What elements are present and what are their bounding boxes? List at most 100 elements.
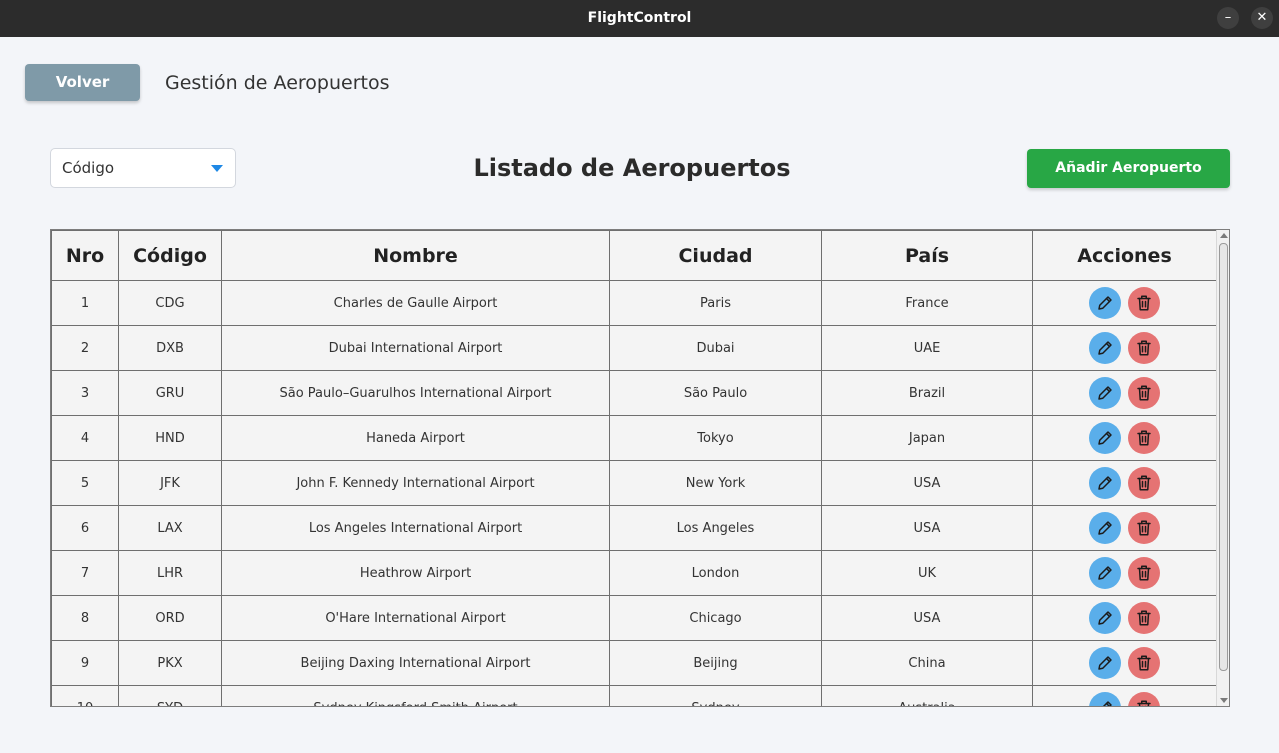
delete-button[interactable] <box>1127 422 1160 454</box>
cell-pais: Japan <box>821 415 1033 461</box>
delete-button[interactable] <box>1127 332 1160 364</box>
cell-codigo: CDG <box>118 280 222 326</box>
cell-codigo: PKX <box>118 640 222 686</box>
chevron-down-icon <box>211 165 223 172</box>
column-header-nro[interactable]: Nro <box>51 230 119 281</box>
cell-acciones <box>1032 280 1217 326</box>
cell-nro: 3 <box>51 370 119 416</box>
table-row[interactable]: 1 CDG Charles de Gaulle Airport Paris Fr… <box>51 280 1217 326</box>
cell-acciones <box>1032 550 1217 596</box>
table-header-row: Nro Código Nombre Ciudad País Acciones <box>51 230 1217 281</box>
trash-icon <box>1136 520 1151 536</box>
filter-select[interactable]: Código <box>50 148 236 188</box>
column-header-codigo[interactable]: Código <box>118 230 222 281</box>
cell-acciones <box>1032 325 1217 371</box>
add-airport-button[interactable]: Añadir Aeropuerto <box>1027 149 1230 188</box>
trash-icon <box>1136 430 1151 446</box>
column-header-acciones[interactable]: Acciones <box>1032 230 1217 281</box>
cell-ciudad: São Paulo <box>609 370 822 416</box>
cell-acciones <box>1032 460 1217 506</box>
table-row[interactable]: 3 GRU São Paulo–Guarulhos International … <box>51 370 1217 416</box>
cell-pais: USA <box>821 595 1033 641</box>
edit-button[interactable] <box>1089 377 1122 409</box>
trash-icon <box>1136 295 1151 311</box>
cell-ciudad: Paris <box>609 280 822 326</box>
trash-icon <box>1136 610 1151 626</box>
close-window-button[interactable]: ✕ <box>1251 7 1273 29</box>
cell-ciudad: Tokyo <box>609 415 822 461</box>
edit-button[interactable] <box>1089 602 1122 634</box>
cell-nro: 4 <box>51 415 119 461</box>
back-button[interactable]: Volver <box>25 64 140 101</box>
delete-button[interactable] <box>1127 692 1160 706</box>
edit-button[interactable] <box>1089 332 1122 364</box>
delete-button[interactable] <box>1127 647 1160 679</box>
scroll-thumb[interactable] <box>1219 243 1228 671</box>
edit-button[interactable] <box>1089 692 1122 706</box>
cell-codigo: LAX <box>118 505 222 551</box>
delete-button[interactable] <box>1127 602 1160 634</box>
table-body: 1 CDG Charles de Gaulle Airport Paris Fr… <box>51 280 1217 706</box>
cell-acciones <box>1032 415 1217 461</box>
delete-button[interactable] <box>1127 467 1160 499</box>
cell-nombre: Charles de Gaulle Airport <box>221 280 610 326</box>
pencil-icon <box>1098 386 1113 400</box>
cell-nro: 5 <box>51 460 119 506</box>
edit-button[interactable] <box>1089 647 1122 679</box>
cell-nro: 7 <box>51 550 119 596</box>
edit-button[interactable] <box>1089 557 1122 589</box>
minimize-button[interactable]: – <box>1217 7 1239 29</box>
edit-button[interactable] <box>1089 422 1122 454</box>
cell-ciudad: London <box>609 550 822 596</box>
cell-pais: China <box>821 640 1033 686</box>
cell-pais: Brazil <box>821 370 1033 416</box>
cell-nro: 10 <box>51 685 119 706</box>
cell-codigo: JFK <box>118 460 222 506</box>
cell-nombre: Haneda Airport <box>221 415 610 461</box>
table-row[interactable]: 6 LAX Los Angeles International Airport … <box>51 505 1217 551</box>
edit-button[interactable] <box>1089 467 1122 499</box>
table-row[interactable]: 7 LHR Heathrow Airport London UK <box>51 550 1217 596</box>
table-row[interactable]: 2 DXB Dubai International Airport Dubai … <box>51 325 1217 371</box>
vertical-scrollbar[interactable] <box>1216 230 1229 706</box>
table-row[interactable]: 8 ORD O'Hare International Airport Chica… <box>51 595 1217 641</box>
cell-nro: 1 <box>51 280 119 326</box>
cell-nombre: Dubai International Airport <box>221 325 610 371</box>
column-header-pais[interactable]: País <box>821 230 1033 281</box>
pencil-icon <box>1103 701 1113 706</box>
delete-button[interactable] <box>1127 377 1160 409</box>
scroll-down-arrow-icon[interactable] <box>1220 698 1228 703</box>
delete-button[interactable] <box>1127 557 1160 589</box>
trash-icon <box>1136 565 1151 581</box>
cell-codigo: ORD <box>118 595 222 641</box>
scroll-up-arrow-icon[interactable] <box>1220 233 1228 238</box>
delete-button[interactable] <box>1127 512 1160 544</box>
cell-acciones <box>1032 505 1217 551</box>
window-title: FlightControl <box>587 10 692 26</box>
table-row[interactable]: 9 PKX Beijing Daxing International Airpo… <box>51 640 1217 686</box>
list-title: Listado de Aeropuertos <box>473 154 791 182</box>
pencil-icon <box>1098 566 1113 580</box>
cell-acciones <box>1032 640 1217 686</box>
column-header-ciudad[interactable]: Ciudad <box>609 230 822 281</box>
cell-nro: 9 <box>51 640 119 686</box>
cell-pais: UK <box>821 550 1033 596</box>
column-header-nombre[interactable]: Nombre <box>221 230 610 281</box>
delete-button[interactable] <box>1127 287 1160 319</box>
cell-nombre: Los Angeles International Airport <box>221 505 610 551</box>
cell-pais: USA <box>821 505 1033 551</box>
cell-nombre: John F. Kennedy International Airport <box>221 460 610 506</box>
cell-pais: France <box>821 280 1033 326</box>
cell-nombre: Beijing Daxing International Airport <box>221 640 610 686</box>
cell-nombre: Sydney Kingsford Smith Airport <box>221 685 610 706</box>
table-row[interactable]: 4 HND Haneda Airport Tokyo Japan <box>51 415 1217 461</box>
cell-nro: 8 <box>51 595 119 641</box>
airports-table: Nro Código Nombre Ciudad País Acciones 1… <box>50 229 1230 707</box>
edit-button[interactable] <box>1089 287 1122 319</box>
edit-button[interactable] <box>1089 512 1122 544</box>
table-row[interactable]: 5 JFK John F. Kennedy International Airp… <box>51 460 1217 506</box>
cell-nombre: Heathrow Airport <box>221 550 610 596</box>
title-bar: FlightControl – ✕ <box>0 0 1279 37</box>
cell-ciudad: Los Angeles <box>609 505 822 551</box>
table-row[interactable]: 10 SYD Sydney Kingsford Smith Airport Sy… <box>51 685 1217 706</box>
